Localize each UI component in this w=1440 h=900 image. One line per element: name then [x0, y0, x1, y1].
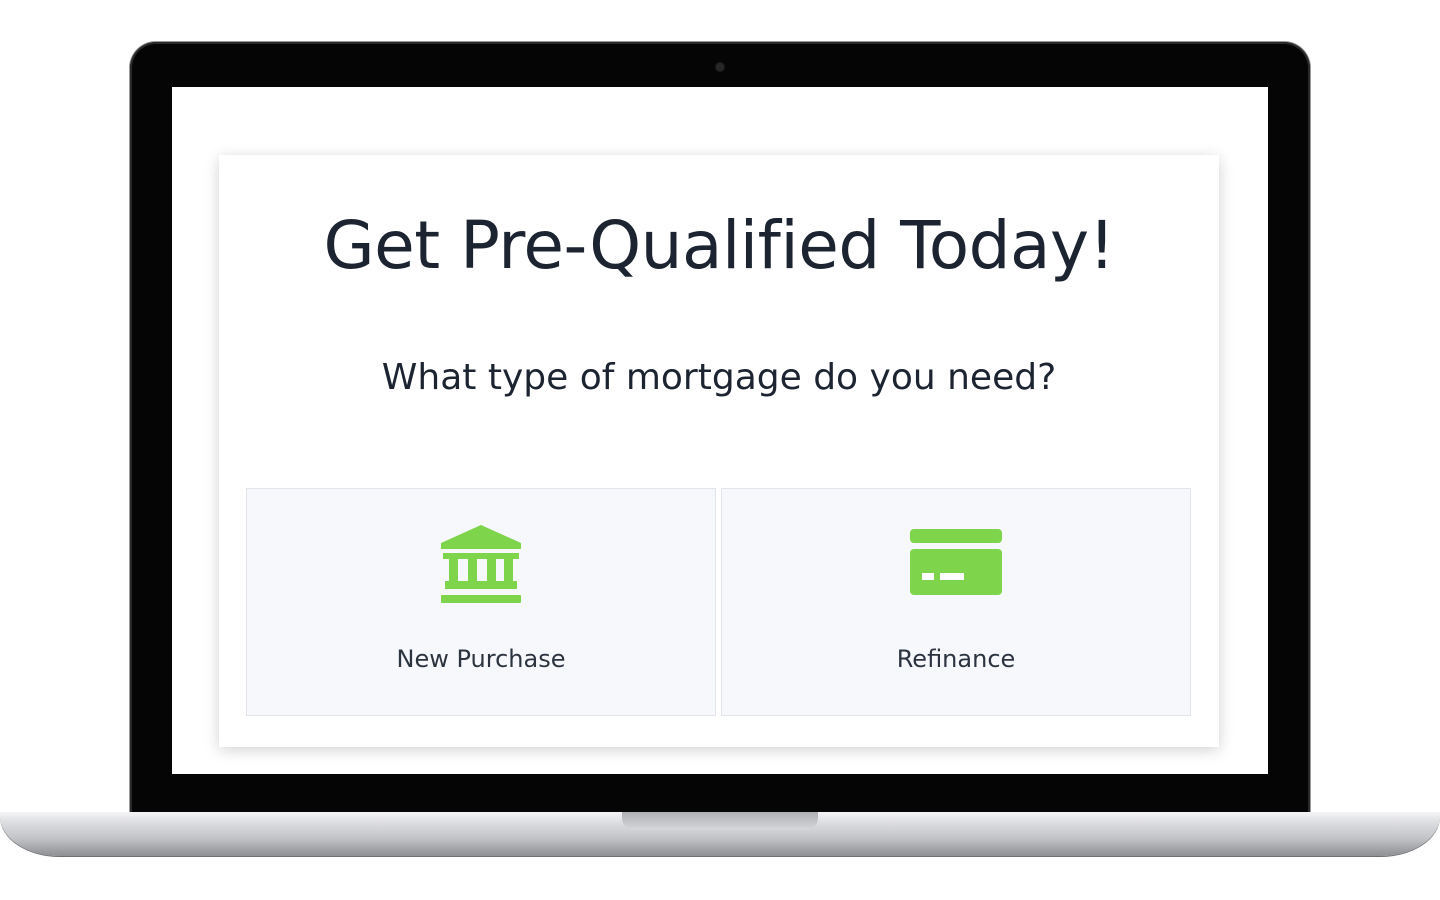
laptop-screen: Get Pre-Qualified Today! What type of mo…	[172, 87, 1268, 774]
prequal-card: Get Pre-Qualified Today! What type of mo…	[219, 155, 1219, 747]
laptop-mockup: Get Pre-Qualified Today! What type of mo…	[0, 0, 1440, 900]
new-purchase-label: New Purchase	[396, 645, 566, 673]
page-title: Get Pre-Qualified Today!	[323, 207, 1115, 284]
refinance-label: Refinance	[896, 645, 1016, 673]
bank-icon	[441, 525, 521, 603]
camera-dot	[716, 63, 724, 71]
laptop-hinge-notch	[622, 812, 818, 830]
new-purchase-option[interactable]: New Purchase	[246, 488, 716, 716]
refinance-option[interactable]: Refinance	[721, 488, 1191, 716]
mortgage-type-question: What type of mortgage do you need?	[381, 357, 1057, 398]
credit-card-icon	[910, 529, 1002, 595]
